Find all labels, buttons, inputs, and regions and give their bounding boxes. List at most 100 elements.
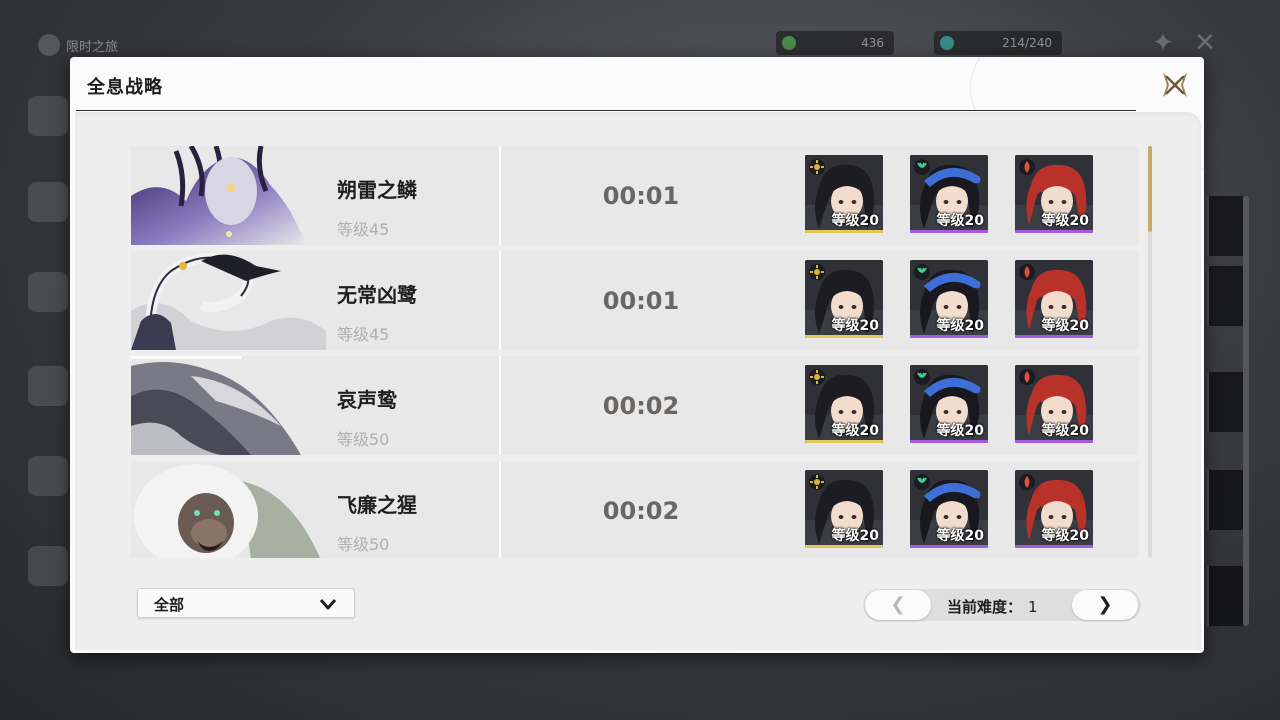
boss-row[interactable]: 无常凶鹭 等级45 00:01 等级20 等级20 等级20 — [131, 251, 1139, 350]
prev-difficulty-button[interactable]: ❮ — [865, 590, 931, 620]
resource-counter-2: 214/240 — [934, 31, 1062, 55]
background-panel — [1207, 566, 1243, 626]
team-member-avatar[interactable]: 等级20 — [910, 470, 988, 548]
character-level: 等级20 — [1041, 423, 1089, 439]
fusion-element-icon — [1019, 369, 1035, 385]
boss-portrait — [131, 356, 331, 455]
rarity-bar — [910, 545, 988, 548]
dialog-title: 全息战略 — [87, 77, 163, 98]
dialog-header: 全息战略 — [70, 57, 1204, 112]
team-member-avatar[interactable]: 等级20 — [805, 470, 883, 548]
currency-icon — [782, 36, 796, 50]
fusion-element-icon — [1019, 159, 1035, 175]
row-divider — [499, 356, 501, 455]
rarity-bar — [1015, 335, 1093, 338]
spectro-element-icon — [809, 159, 825, 175]
boss-name: 无常凶鹭 — [337, 283, 417, 307]
rarity-bar — [1015, 440, 1093, 443]
row-divider — [499, 146, 501, 245]
team-member-avatar[interactable]: 等级20 — [910, 260, 988, 338]
spectro-element-icon — [809, 264, 825, 280]
fusion-element-icon — [1019, 474, 1035, 490]
rarity-bar — [805, 230, 883, 233]
rarity-bar — [1015, 230, 1093, 233]
list-scrollbar-thumb[interactable] — [1148, 146, 1152, 232]
boss-level: 等级45 — [337, 325, 390, 344]
side-menu-icon — [28, 96, 68, 136]
dialog-content: 朔雷之鳞 等级45 00:01 等级20 等级20 等级20 无常凶鹭 等级45… — [75, 112, 1201, 650]
header-divider — [76, 110, 1136, 111]
aero-element-icon — [914, 159, 930, 175]
background-panel — [1207, 470, 1243, 530]
character-level: 等级20 — [936, 423, 984, 439]
chevron-down-icon — [318, 594, 338, 614]
boss-name: 朔雷之鳞 — [337, 178, 417, 202]
character-level: 等级20 — [1041, 318, 1089, 334]
side-menu-icon — [28, 456, 68, 496]
character-level: 等级20 — [1041, 528, 1089, 544]
side-menu-icon — [28, 546, 68, 586]
clear-time: 00:01 — [602, 287, 680, 315]
difficulty-label: 当前难度： 1 — [947, 598, 1038, 616]
background-panel — [1207, 196, 1243, 256]
difficulty-value: 1 — [1028, 598, 1038, 616]
stamina-icon — [940, 36, 954, 50]
rarity-bar — [1015, 545, 1093, 548]
side-menu-icon — [28, 182, 68, 222]
aero-element-icon — [914, 264, 930, 280]
rarity-bar — [805, 440, 883, 443]
character-level: 等级20 — [1041, 213, 1089, 229]
background-title: 限时之旅 — [38, 34, 118, 56]
team-member-avatar[interactable]: 等级20 — [1015, 155, 1093, 233]
next-difficulty-button[interactable]: ❯ — [1072, 590, 1138, 620]
row-divider — [499, 461, 501, 558]
team-member-avatar[interactable]: 等级20 — [1015, 470, 1093, 548]
clear-time: 00:01 — [602, 182, 680, 210]
side-menu-icon — [28, 366, 68, 406]
boss-level: 等级50 — [337, 430, 390, 449]
rarity-bar — [910, 440, 988, 443]
fusion-element-icon — [1019, 264, 1035, 280]
rarity-bar — [805, 335, 883, 338]
boss-portrait — [131, 461, 331, 558]
boss-name: 哀声鸷 — [337, 388, 397, 412]
boss-row[interactable]: 哀声鸷 等级50 00:02 等级20 等级20 等级20 — [131, 356, 1139, 455]
spectro-element-icon — [809, 474, 825, 490]
team-member-avatar[interactable]: 等级20 — [805, 155, 883, 233]
background-panel — [1207, 266, 1243, 326]
clear-time: 00:02 — [602, 497, 680, 525]
boss-row[interactable]: 飞廉之猩 等级50 00:02 等级20 等级20 等级20 — [131, 461, 1139, 558]
holographic-strategy-dialog: 全息战略 朔雷之鳞 等级45 00:01 等级20 等级20 等级20 无常凶鹭… — [70, 57, 1204, 653]
team-member-avatar[interactable]: 等级20 — [805, 260, 883, 338]
boss-portrait — [131, 146, 331, 245]
team-member-avatar[interactable]: 等级20 — [1015, 365, 1093, 443]
character-level: 等级20 — [831, 423, 879, 439]
settings-icon: ✦ — [1152, 28, 1174, 58]
resource-counter-1: 436 — [776, 31, 894, 55]
character-level: 等级20 — [831, 528, 879, 544]
spectro-element-icon — [809, 369, 825, 385]
background-panel — [1207, 372, 1243, 432]
clear-time: 00:02 — [602, 392, 680, 420]
close-icon[interactable] — [1158, 68, 1192, 102]
aero-element-icon — [914, 474, 930, 490]
mode-icon — [38, 34, 60, 56]
row-divider — [499, 251, 501, 350]
boss-list: 朔雷之鳞 等级45 00:01 等级20 等级20 等级20 无常凶鹭 等级45… — [131, 146, 1151, 558]
team-member-avatar[interactable]: 等级20 — [1015, 260, 1093, 338]
character-level: 等级20 — [936, 528, 984, 544]
boss-portrait — [131, 251, 331, 350]
background-hud: 限时之旅 436 214/240 ✦ ✕ — [0, 0, 1280, 58]
background-scrollbar — [1243, 196, 1249, 626]
team-member-avatar[interactable]: 等级20 — [805, 365, 883, 443]
rarity-bar — [805, 545, 883, 548]
boss-row[interactable]: 朔雷之鳞 等级45 00:01 等级20 等级20 等级20 — [131, 146, 1139, 245]
team-member-avatar[interactable]: 等级20 — [910, 155, 988, 233]
side-menu-icon — [28, 272, 68, 312]
character-level: 等级20 — [936, 213, 984, 229]
boss-level: 等级45 — [337, 220, 390, 239]
filter-dropdown[interactable]: 全部 — [137, 588, 355, 618]
team-member-avatar[interactable]: 等级20 — [910, 365, 988, 443]
character-level: 等级20 — [936, 318, 984, 334]
rarity-bar — [910, 230, 988, 233]
